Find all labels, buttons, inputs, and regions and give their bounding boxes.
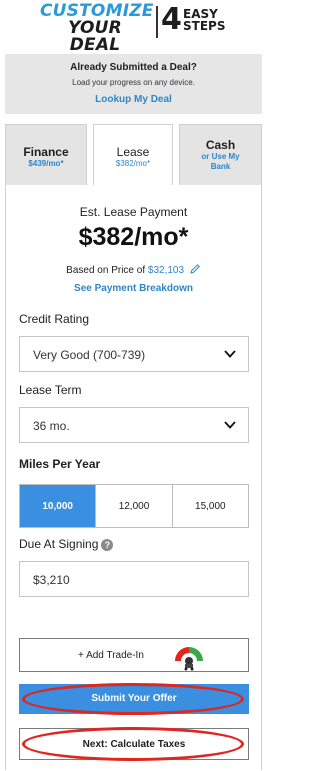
tab-finance[interactable]: Finance $439/mo* [5, 124, 87, 186]
miles-per-year-selector: 10,000 12,000 15,000 [19, 484, 249, 528]
tab-cash[interactable]: Cash or Use My Bank [179, 124, 262, 186]
already-submitted-box: Already Submitted a Deal? Load your prog… [5, 54, 262, 114]
next-calculate-taxes-label: Next: Calculate Taxes [82, 739, 186, 750]
payment-type-tabs: Finance $439/mo* Lease $382/mo* Cash or … [5, 124, 262, 186]
logo-line2: YOUR DEAL [68, 18, 122, 55]
pencil-icon[interactable] [189, 263, 201, 275]
miles-option-15000[interactable]: 15,000 [173, 485, 248, 527]
lookup-deal-link[interactable]: Lookup My Deal [5, 94, 262, 105]
tab-finance-price: $439/mo* [28, 159, 64, 168]
tab-lease-price: $382/mo* [115, 159, 151, 168]
tab-lease-label: Lease [116, 145, 150, 159]
tab-cash-sub: or Use My Bank [201, 152, 240, 171]
submit-offer-button[interactable]: Submit Your Offer [19, 684, 249, 714]
chevron-down-icon [224, 350, 236, 358]
miles-per-year-label: Miles Per Year [19, 457, 101, 471]
based-on-price: Based on Price of $32,103 [6, 263, 261, 276]
miles-option-10000[interactable]: 10,000 [20, 485, 97, 527]
logo-steps-line2: STEPS [183, 19, 226, 33]
lease-term-select[interactable]: 36 mo. [19, 407, 249, 443]
help-icon[interactable]: ? [101, 539, 114, 551]
logo-text: CUSTOMIZE YOUR DEAL [40, 3, 153, 55]
miles-option-12000[interactable]: 12,000 [96, 485, 173, 527]
credit-rating-label: Credit Rating [19, 312, 90, 326]
already-submitted-title: Already Submitted a Deal? [70, 62, 197, 73]
logo-divider [156, 6, 158, 38]
chevron-down-icon [224, 421, 236, 429]
tab-cash-label: Cash [205, 138, 236, 152]
tab-lease[interactable]: Lease $382/mo* [93, 124, 173, 186]
add-trade-in-button[interactable]: + Add Trade-In [19, 638, 249, 672]
due-at-signing-text: Due At Signing [19, 537, 99, 551]
logo-steps: EASY STEPS [183, 8, 225, 32]
add-trade-in-label: + Add Trade-In [78, 650, 144, 661]
lease-term-value: 36 mo. [33, 419, 70, 433]
logo-number: 4 [161, 2, 182, 37]
credit-rating-value: Very Good (700-739) [33, 348, 146, 362]
price-link[interactable]: $32,103 [148, 265, 184, 276]
already-submitted-subtitle: Load your progress on any device. [72, 78, 195, 87]
based-on-prefix: Based on Price of [66, 265, 148, 276]
est-payment-label: Est. Lease Payment [79, 205, 188, 219]
gauge-icon [175, 647, 203, 671]
next-calculate-taxes-button[interactable]: Next: Calculate Taxes [19, 728, 249, 760]
due-at-signing-value: $3,210 [33, 573, 70, 587]
customize-deal-logo: CUSTOMIZE YOUR DEAL 4 EASY STEPS [0, 0, 267, 54]
due-at-signing-label: Due At Signing? [19, 537, 114, 551]
payment-breakdown-link[interactable]: See Payment Breakdown [6, 283, 261, 294]
submit-offer-label: Submit Your Offer [91, 693, 177, 704]
credit-rating-select[interactable]: Very Good (700-739) [19, 336, 249, 372]
due-at-signing-input[interactable]: $3,210 [19, 561, 249, 597]
est-payment-value: $382/mo* [78, 223, 189, 251]
lease-panel: Est. Lease Payment $382/mo* Based on Pri… [5, 185, 262, 770]
tab-finance-label: Finance [23, 145, 69, 159]
lease-term-label: Lease Term [19, 383, 82, 397]
